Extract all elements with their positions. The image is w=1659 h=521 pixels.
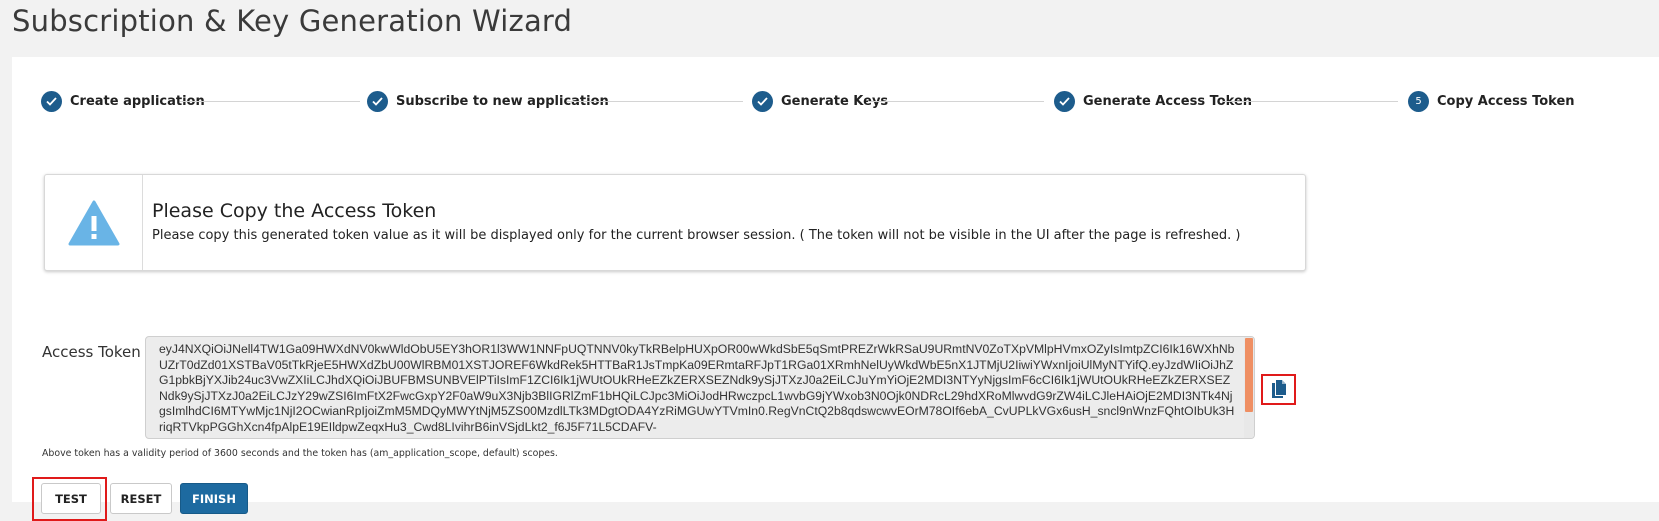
token-scrollbar[interactable] xyxy=(1244,337,1254,438)
token-validity-note: Above token has a validity period of 360… xyxy=(42,448,558,459)
wizard-panel: Create application Subscribe to new appl… xyxy=(12,57,1659,521)
copy-token-button[interactable] xyxy=(1261,374,1296,405)
alert-message: Please copy this generated token value a… xyxy=(152,228,1241,243)
step-connector xyxy=(868,101,1044,102)
step-number: 5 xyxy=(1415,96,1422,107)
check-icon xyxy=(367,91,388,112)
step-connector xyxy=(567,101,743,102)
check-icon xyxy=(1054,91,1075,112)
check-icon xyxy=(752,91,773,112)
token-scroll-thumb[interactable] xyxy=(1245,338,1253,412)
check-icon xyxy=(41,91,62,112)
finish-button[interactable]: FINISH xyxy=(180,483,248,514)
warning-triangle-icon xyxy=(68,200,119,245)
step-connector xyxy=(1222,101,1398,102)
wizard-stepper: Create application Subscribe to new appl… xyxy=(12,57,1659,147)
step-label: Copy Access Token xyxy=(1437,94,1575,109)
access-token-field[interactable]: eyJ4NXQiOiJNell4TW1Ga09HWXdNV0kwWldObU5E… xyxy=(145,336,1255,439)
alert-title: Please Copy the Access Token xyxy=(152,200,437,222)
access-token-label: Access Token xyxy=(42,343,141,361)
copy-token-alert: Please Copy the Access Token Please copy… xyxy=(44,174,1306,271)
step-copy-access-token: 5 Copy Access Token xyxy=(1408,91,1575,112)
copy-icon xyxy=(1271,380,1286,398)
reset-button[interactable]: RESET xyxy=(110,483,172,514)
access-token-value[interactable]: eyJ4NXQiOiJNell4TW1Ga09HWXdNV0kwWldObU5E… xyxy=(159,342,1237,435)
step-connector xyxy=(180,101,360,102)
step-number-badge: 5 xyxy=(1408,91,1429,112)
alert-icon-box xyxy=(45,175,143,270)
page-title: Subscription & Key Generation Wizard xyxy=(12,4,573,38)
test-button[interactable]: TEST xyxy=(41,483,101,514)
